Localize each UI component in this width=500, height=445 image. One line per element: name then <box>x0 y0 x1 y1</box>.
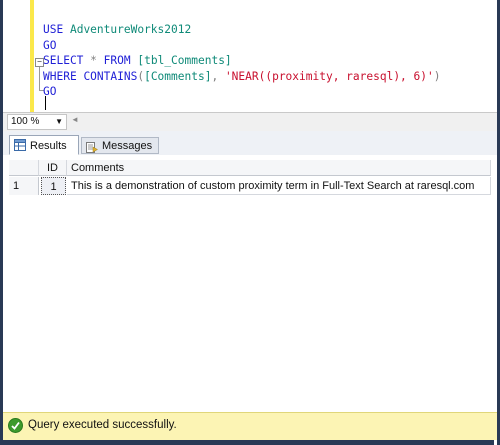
status-bar: Query executed successfully. <box>3 412 497 440</box>
grid-icon <box>14 139 26 151</box>
tab-results[interactable]: Results <box>9 135 79 155</box>
zoom-value: 100 % <box>11 116 40 127</box>
chevron-down-icon: ▼ <box>55 117 63 126</box>
success-check-icon <box>8 418 23 433</box>
tab-results-label: Results <box>30 140 67 152</box>
grid-cell-comment[interactable]: This is a demonstration of custom proxim… <box>67 177 491 195</box>
tab-messages-label: Messages <box>102 140 153 152</box>
fold-guide-line <box>39 67 40 91</box>
editor-gutter <box>3 0 31 112</box>
column-header-comments[interactable]: Comments <box>67 160 491 176</box>
status-message: Query executed successfully. <box>28 419 177 431</box>
grid-corner-header <box>9 160 39 176</box>
grid-cell-id[interactable]: 1 <box>41 177 66 195</box>
column-header-id[interactable]: ID <box>39 160 67 176</box>
zoom-select[interactable]: 100 % ▼ <box>7 114 67 130</box>
text-caret <box>45 96 46 110</box>
zoom-bar: 100 % ▼ ◄ <box>3 112 497 132</box>
sql-editor[interactable]: − USE AdventureWorks2012 GO SELECT * FROM … <box>3 0 497 112</box>
change-indicator-bar <box>30 0 34 112</box>
code-line-5: GO <box>43 85 57 98</box>
code-line-3: SELECT * FROM [tbl_Comments] <box>43 54 232 67</box>
sql-code: USE AdventureWorks2012 GO SELECT * FROM [t… <box>43 22 441 100</box>
code-line-1: USE AdventureWorks2012 <box>43 23 192 36</box>
query-window: − USE AdventureWorks2012 GO SELECT * FROM … <box>3 0 497 445</box>
row-number[interactable]: 1 <box>9 177 39 195</box>
code-line-4: WHERE CONTAINS([Comments], 'NEAR((proxim… <box>43 69 441 83</box>
tab-messages[interactable]: Messages <box>81 137 159 154</box>
results-tab-strip: Results Messages <box>3 131 497 156</box>
window-bottom-border <box>0 440 494 445</box>
code-line-2: GO <box>43 38 57 52</box>
messages-icon <box>86 142 98 153</box>
results-grid-area: ID Comments 1 1 This is a demonstration … <box>3 155 497 412</box>
scroll-left-icon[interactable]: ◄ <box>71 115 79 124</box>
